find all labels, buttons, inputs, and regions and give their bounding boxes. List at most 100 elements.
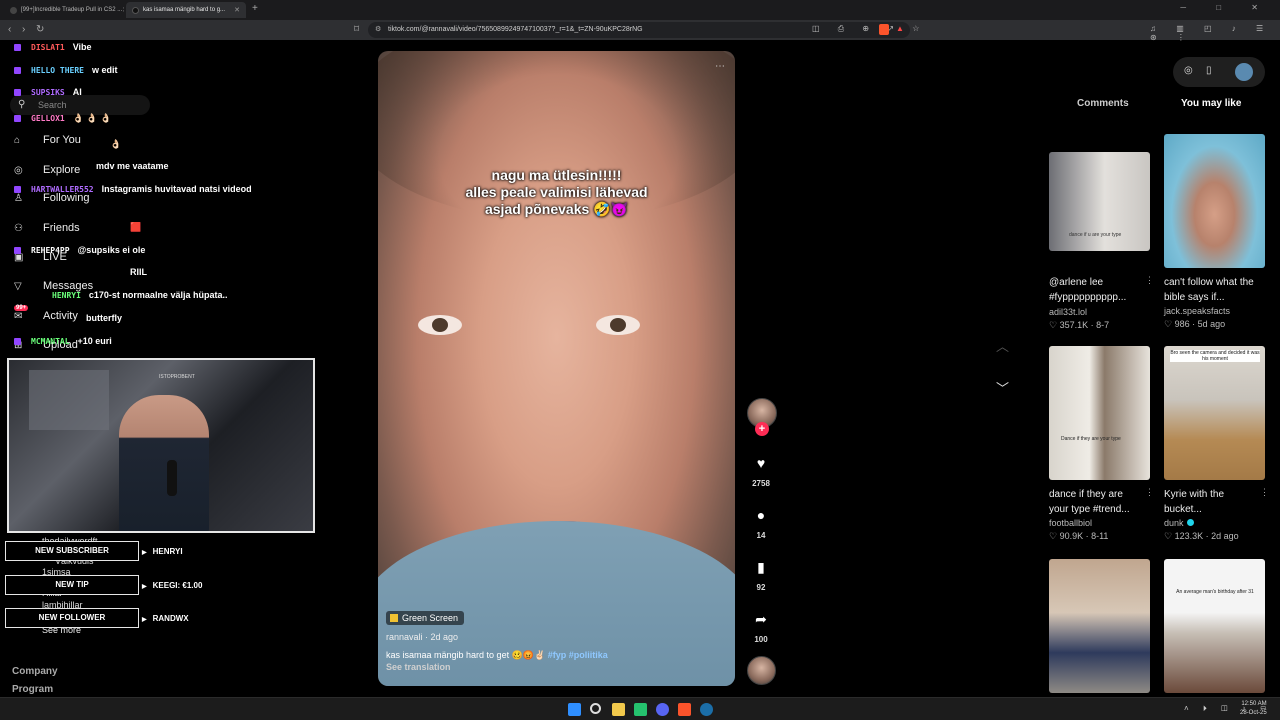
video-eye-right [596, 315, 640, 335]
profile-avatar[interactable] [1235, 63, 1253, 81]
more-options-icon[interactable]: ⋮ [1260, 487, 1269, 498]
browser-tab-strip: [99+]Incredible Tradeup Pull in CS2 ... … [0, 0, 1280, 20]
webcam-window [29, 370, 109, 430]
card-username: dunk [1164, 518, 1194, 528]
video-thumbnail: Dance if they are your type [1049, 346, 1150, 480]
card-username: jack.speaksfacts [1164, 306, 1231, 316]
save-button[interactable]: ▮ 92 [748, 559, 774, 592]
hashtag-link[interactable]: #fyp [548, 650, 567, 660]
home-icon: ⌂ [14, 134, 21, 146]
card-stats: ♡ 357.1K · 8-7 [1049, 320, 1110, 330]
more-options-icon[interactable]: ⋯ [715, 61, 725, 72]
video-eye-left [418, 315, 462, 335]
see-translation-link[interactable]: See translation [386, 662, 451, 672]
comment-button[interactable]: ● 14 [748, 507, 774, 540]
extension-icons[interactable]: ♫ ▥ ◰ ♪ ☰ ⊛ ⋮ [1150, 24, 1280, 42]
card-title: Kyrie with the bucket... [1164, 489, 1225, 515]
chat-badge-icon [14, 185, 21, 193]
brave-rewards-icon[interactable]: ▲ [896, 24, 904, 33]
sidebar-item-friends[interactable]: ⚇ Friends [14, 220, 80, 236]
chat-line: HELLO THERE w edit [14, 63, 118, 77]
device-icon[interactable]: ▯ [1206, 65, 1212, 76]
hashtag-link[interactable]: #poliitika [569, 650, 608, 660]
chat-badge-icon [14, 43, 21, 51]
brave-browser-icon[interactable] [678, 703, 691, 716]
more-options-icon[interactable]: ⋮ [1145, 487, 1154, 498]
chat-line: HARTWALLER552 Instagramis huvitavad natsi… [14, 182, 252, 196]
url-text: tiktok.com/@rannavali/video/756508992497… [388, 26, 643, 33]
next-video-icon[interactable]: ﹀ [996, 378, 1009, 397]
friends-icon: ⚇ [14, 222, 23, 234]
alert-new-follower: NEW FOLLOWER [5, 608, 139, 628]
video-thumbnail [1049, 559, 1150, 693]
chat-line: mdv me vaatame [96, 161, 169, 171]
card-stats: ♡ 123.3K · 2d ago [1164, 531, 1239, 541]
effect-tag[interactable]: Green Screen [386, 611, 465, 625]
compass-icon[interactable]: ◎ [1184, 65, 1193, 76]
file-explorer-icon[interactable] [612, 703, 625, 716]
footer-company-link[interactable]: Company [12, 666, 58, 677]
share-button[interactable]: ➦ 100 [748, 611, 774, 644]
site-info-icon[interactable]: ⚙ [375, 22, 381, 38]
address-bar-row: ‹ › ↻ ⌑ ⚙ tiktok.com/@rannavali/video/75… [0, 20, 1280, 42]
back-icon[interactable]: ‹ [8, 24, 11, 35]
heart-icon: ♥ [756, 455, 766, 471]
browser-tab-active[interactable]: kas isamaa mängib hard to g... ✕ [126, 2, 246, 18]
bookmark-icon[interactable]: ⌑ [354, 24, 359, 35]
alert-tip-value: ▶ KEEGI: €1.00 [142, 581, 203, 590]
window-controls[interactable]: ─ □ ✕ [1180, 3, 1272, 12]
footer-program-link[interactable]: Program [12, 684, 53, 695]
reload-icon[interactable]: ↻ [36, 24, 44, 35]
chat-badge-icon [14, 66, 21, 74]
effect-icon [390, 614, 398, 622]
activity-icon: ✉ [14, 310, 23, 322]
previous-video-icon[interactable]: ︿ [996, 336, 1009, 355]
forward-icon[interactable]: › [22, 24, 25, 35]
bookmark-icon: ▮ [757, 559, 765, 575]
sidebar-item-explore[interactable]: ◎ Explore [14, 162, 80, 178]
obs-icon[interactable] [634, 703, 647, 716]
like-count: 2758 [752, 479, 770, 488]
chat-badge-icon [14, 246, 21, 254]
brave-shield-icon[interactable] [879, 24, 889, 35]
chat-line: MCMANTAL +10 euri [14, 334, 112, 348]
search-icon[interactable] [590, 703, 601, 714]
close-icon[interactable]: ✕ [234, 6, 240, 14]
chat-line: SUPSIKS AI [14, 85, 82, 99]
card-username: adil33t.lol [1049, 307, 1088, 317]
chat-badge-icon [14, 88, 21, 96]
url-action-icons[interactable]: ◫ ⎙ ⊕ ↗ ☆ [812, 24, 927, 34]
verified-icon [1186, 519, 1194, 526]
steam-icon[interactable] [700, 703, 713, 716]
tab-you-may-like[interactable]: You may like [1181, 98, 1241, 109]
top-right-controls: ◎ ▯ [1173, 57, 1265, 87]
like-button[interactable]: ♥ 2758 [748, 455, 774, 488]
system-clock[interactable]: 12:50 AM 28-Oct-25 [1240, 700, 1267, 718]
windows-start-icon[interactable] [568, 703, 581, 716]
chat-line: REHEP4PP @supsiks ei ole [14, 243, 145, 257]
tab-comments[interactable]: Comments [1077, 98, 1129, 109]
microphone [167, 460, 177, 496]
alert-follower-value: ▶ RANDWX [142, 614, 189, 623]
follow-plus-icon[interactable]: + [755, 422, 769, 436]
chat-line: DISLAT1 Vibe [14, 40, 92, 54]
sidebar-item-for-you[interactable]: ⌂ For You [14, 132, 81, 148]
new-tab-icon[interactable]: + [252, 3, 258, 14]
more-options-icon[interactable]: ⋮ [1145, 275, 1154, 286]
chat-line: HENRYI c170-st normaalne välja hüpata.. [52, 290, 228, 300]
tab-title: kas isamaa mängib hard to g... [143, 7, 226, 13]
video-thumbnail: An average man's birthday after 31 [1164, 559, 1265, 693]
alert-new-tip: NEW TIP [5, 575, 139, 595]
discord-icon[interactable] [656, 703, 669, 716]
arrow-icon: ▶ [142, 550, 147, 556]
video-author[interactable]: rannavali · 2d ago [386, 632, 458, 642]
share-count: 100 [754, 635, 768, 644]
video-player[interactable]: ⋯ nagu ma ütlesin!!!!! alles peale valim… [378, 51, 735, 686]
activity-badge: 99+ [14, 305, 29, 311]
card-stats: ♡ 90.9K · 8-11 [1049, 531, 1109, 541]
tab-title: [99+]Incredible Tradeup Pull in CS2 ... [21, 7, 123, 13]
sound-avatar[interactable] [747, 656, 776, 685]
browser-tab[interactable]: [99+]Incredible Tradeup Pull in CS2 ... … [4, 2, 124, 18]
close-icon[interactable]: ✕ [122, 6, 124, 14]
tiktok-favicon [132, 6, 139, 14]
